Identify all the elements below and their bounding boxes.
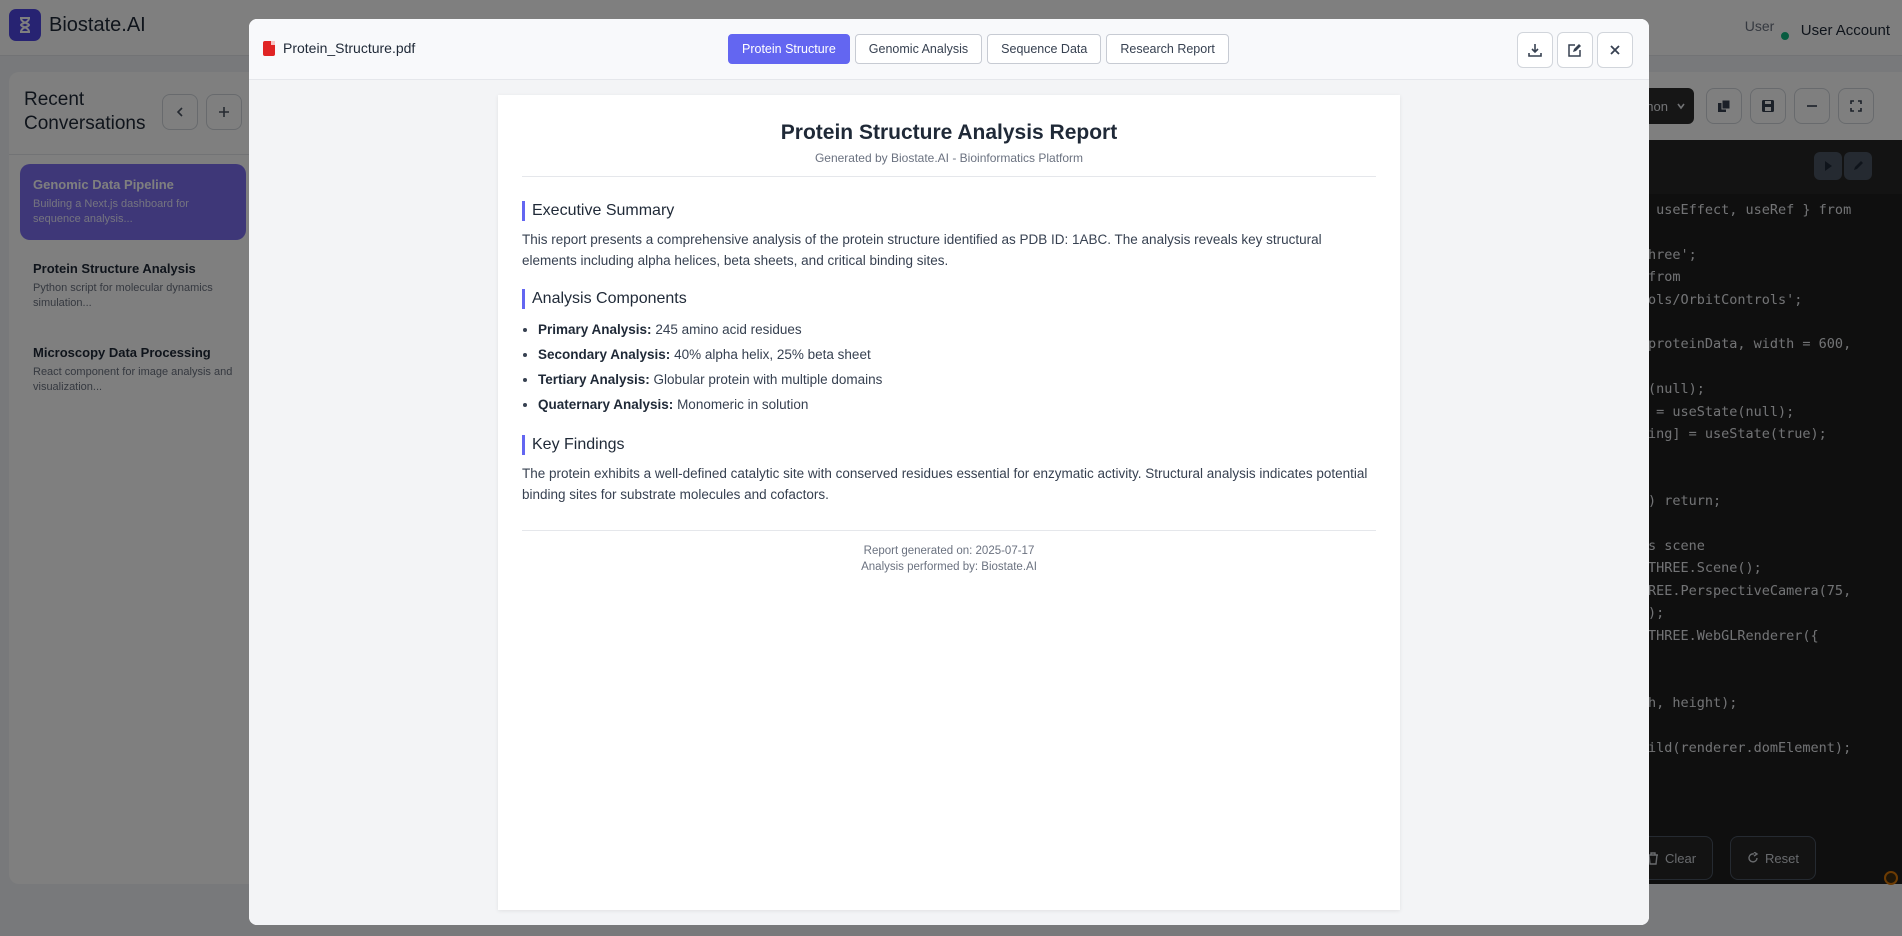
report-title: Protein Structure Analysis Report — [780, 121, 1118, 144]
file-name: Protein_Structure.pdf — [263, 40, 415, 56]
component-value: 245 amino acid residues — [651, 322, 802, 337]
component-label: Quaternary Analysis: — [538, 397, 674, 412]
report-footer: Report generated on: 2025-07-17 Analysis… — [522, 530, 1376, 575]
tab-genomic-analysis[interactable]: Genomic Analysis — [854, 34, 983, 64]
document-viewer-modal: Protein_Structure.pdf Protein Structure … — [249, 19, 1649, 925]
key-findings-heading: Key Findings — [522, 435, 1376, 455]
modal-header: Protein_Structure.pdf Protein Structure … — [249, 19, 1649, 80]
component-value: Globular protein with multiple domains — [649, 372, 883, 387]
report-page: Protein Structure Analysis Report Genera… — [498, 95, 1400, 910]
analysis-components-heading: Analysis Components — [522, 289, 1376, 309]
list-item: Primary Analysis: 245 amino acid residue… — [538, 317, 1376, 342]
file-name-text: Protein_Structure.pdf — [283, 40, 416, 56]
tab-protein-structure[interactable]: Protein Structure — [728, 34, 850, 64]
close-modal-button[interactable] — [1597, 32, 1633, 68]
download-button[interactable] — [1517, 32, 1553, 68]
analysis-components-list: Primary Analysis: 245 amino acid residue… — [522, 317, 1376, 417]
component-label: Tertiary Analysis: — [538, 372, 650, 387]
report-date: Report generated on: 2025-07-17 — [863, 545, 1035, 557]
pdf-file-icon — [263, 40, 275, 56]
list-item: Tertiary Analysis: Globular protein with… — [538, 367, 1376, 392]
tab-research-report[interactable]: Research Report — [1106, 34, 1229, 64]
tab-sequence-data[interactable]: Sequence Data — [987, 34, 1102, 64]
close-icon — [1610, 45, 1620, 55]
component-label: Secondary Analysis: — [538, 347, 671, 362]
list-item: Secondary Analysis: 40% alpha helix, 25%… — [538, 342, 1376, 367]
key-findings-text: The protein exhibits a well-defined cata… — [522, 466, 1368, 502]
document-tabs: Protein Structure Genomic Analysis Seque… — [728, 34, 1229, 64]
report-subtitle: Generated by Biostate.AI - Bioinformatic… — [522, 151, 1376, 177]
document-viewport[interactable]: Protein Structure Analysis Report Genera… — [249, 80, 1649, 925]
component-value: Monomeric in solution — [673, 397, 809, 412]
executive-summary-heading: Executive Summary — [522, 201, 1376, 221]
report-author: Analysis performed by: Biostate.AI — [861, 561, 1037, 573]
download-icon — [1528, 44, 1542, 57]
component-value: 40% alpha helix, 25% beta sheet — [670, 347, 871, 362]
component-label: Primary Analysis: — [538, 322, 652, 337]
list-item: Quaternary Analysis: Monomeric in soluti… — [538, 392, 1376, 417]
edit-document-button[interactable] — [1557, 32, 1593, 68]
executive-summary-text: This report presents a comprehensive ana… — [522, 232, 1322, 268]
edit-icon — [1568, 44, 1581, 57]
